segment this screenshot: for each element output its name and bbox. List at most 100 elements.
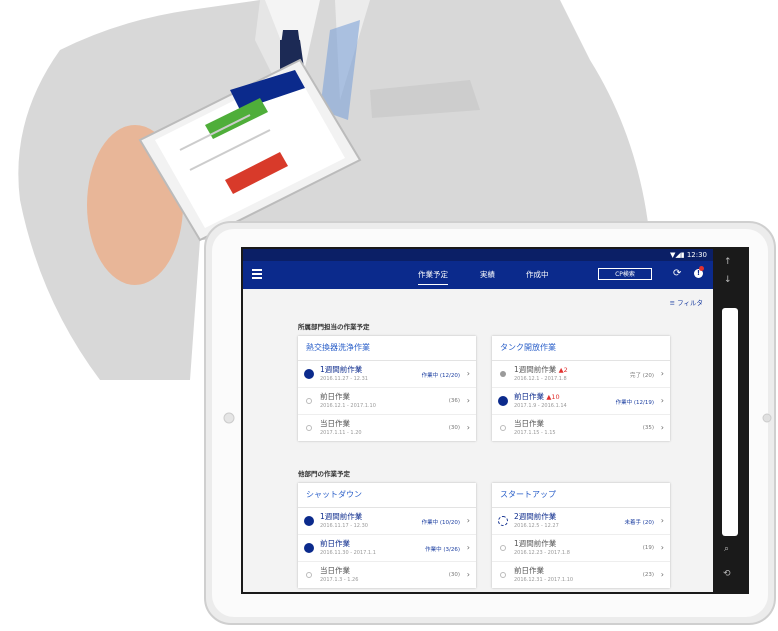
list-item[interactable]: 1週間前作業 2016.12.23 - 2017.1.8 (19) ›	[492, 535, 670, 562]
section-title: 所属部門担当の作業予定	[298, 323, 370, 331]
list-item[interactable]: 1週間前作業 2016.11.27 - 12.31 作業中 (12/20) ›	[298, 361, 476, 388]
task-date: 2016.12.31 - 2017.1.10	[514, 577, 574, 583]
scrollbar[interactable]	[722, 308, 738, 536]
list-item[interactable]: 当日作業 2017.1.15 - 1.15 (35) ›	[492, 415, 670, 441]
task-date: 2017.1.15 - 1.15	[514, 430, 556, 436]
status-dot	[306, 572, 312, 578]
status-dot	[306, 398, 312, 404]
chevron-right-icon: ›	[466, 369, 470, 378]
chevron-right-icon: ›	[660, 396, 664, 405]
task-date: 2016.11.17 - 12.30	[320, 523, 368, 529]
list-item[interactable]: 前日作業 ▲10 2017.1.9 - 2016.1.14 作業中 (12/19…	[492, 388, 670, 415]
card-title[interactable]: 熱交換器洗浄作業	[298, 336, 476, 361]
section-title: 他部門の作業予定	[298, 470, 350, 478]
card-title[interactable]: シャットダウン	[298, 483, 476, 508]
task-date: 2017.1.11 - 1.20	[320, 430, 362, 436]
status-dot	[500, 572, 506, 578]
task-name: 当日作業	[514, 419, 544, 428]
list-item[interactable]: 前日作業 2016.12.31 - 2017.1.10 (23) ›	[492, 562, 670, 588]
chevron-right-icon: ›	[466, 396, 470, 405]
task-name: 前日作業 ▲10	[514, 392, 560, 401]
task-status: 作業中 (3/26)	[425, 547, 460, 553]
status-bar: ▼◢▮ 12:30	[243, 249, 713, 261]
arrow-down-icon[interactable]: ↓	[724, 275, 732, 285]
task-status: 作業中 (10/20)	[421, 520, 460, 526]
task-status: 完了 (20)	[629, 373, 654, 379]
task-name: 2週間前作業	[514, 512, 557, 521]
status-dot	[498, 516, 508, 526]
task-status: 未着手 (20)	[624, 520, 654, 526]
task-name: 当日作業	[320, 566, 350, 575]
list-item[interactable]: 前日作業 2016.12.1 - 2017.1.10 (36) ›	[298, 388, 476, 415]
settings-icon[interactable]: ⟲	[723, 569, 731, 579]
tab-work-schedule[interactable]: 作業予定	[418, 269, 448, 285]
task-status: (30)	[448, 425, 460, 431]
task-status: (23)	[642, 572, 654, 578]
task-status: (30)	[448, 572, 460, 578]
list-item[interactable]: 当日作業 2017.1.3 - 1.26 (30) ›	[298, 562, 476, 588]
task-date: 2017.1.3 - 1.26	[320, 577, 359, 583]
clock: 12:30	[686, 251, 707, 259]
arrow-up-icon[interactable]: ↑	[724, 257, 732, 267]
task-date: 2016.12.23 - 2017.1.8	[514, 550, 570, 556]
tab-results[interactable]: 実績	[480, 269, 495, 280]
task-status: (19)	[642, 545, 654, 551]
filter-label: フィルタ	[677, 299, 703, 307]
chevron-right-icon: ›	[660, 570, 664, 579]
filter-icon: ≡	[669, 299, 676, 307]
filter-button[interactable]: ≡ フィルタ	[670, 297, 703, 307]
tab-drafts[interactable]: 作成中	[526, 269, 549, 280]
hamburger-menu-icon[interactable]	[252, 269, 262, 279]
task-status: (36)	[448, 398, 460, 404]
app-bar: 作業予定 実績 作成中 CP検索 ⟳ !	[243, 261, 713, 289]
chevron-right-icon: ›	[466, 423, 470, 432]
warning-icon: ▲2	[558, 366, 568, 374]
task-status: 作業中 (12/19)	[615, 400, 654, 406]
task-name: 1週間前作業	[320, 512, 363, 521]
chevron-right-icon: ›	[660, 369, 664, 378]
chevron-right-icon: ›	[660, 516, 664, 525]
task-date: 2016.12.5 - 12.27	[514, 523, 559, 529]
search-icon[interactable]: ⌕	[724, 544, 729, 554]
task-name: 前日作業	[320, 539, 350, 548]
task-date: 2017.1.9 - 2016.1.14	[514, 403, 567, 409]
list-item[interactable]: 2週間前作業 2016.12.5 - 12.27 未着手 (20) ›	[492, 508, 670, 535]
task-name: 1週間前作業	[320, 365, 363, 374]
status-dot	[500, 425, 506, 431]
chevron-right-icon: ›	[466, 570, 470, 579]
task-name: 1週間前作業 ▲2	[514, 365, 568, 374]
work-card: タンク開放作業 1週間前作業 ▲2 2016.12.1 - 2017.1.8 完…	[492, 336, 670, 441]
status-dot	[306, 425, 312, 431]
status-dot	[500, 371, 506, 377]
list-item[interactable]: 1週間前作業 ▲2 2016.12.1 - 2017.1.8 完了 (20) ›	[492, 361, 670, 388]
status-dot	[500, 545, 506, 551]
work-card: 熱交換器洗浄作業 1週間前作業 2016.11.27 - 12.31 作業中 (…	[298, 336, 476, 441]
list-item[interactable]: 当日作業 2017.1.11 - 1.20 (30) ›	[298, 415, 476, 441]
list-item[interactable]: 前日作業 2016.11.30 - 2017.1.1 作業中 (3/26) ›	[298, 535, 476, 562]
status-dot	[304, 543, 314, 553]
signal-icon: ▼◢▮	[669, 251, 685, 259]
sync-icon[interactable]: ⟳	[673, 268, 681, 279]
task-name: 前日作業	[320, 392, 350, 401]
list-item[interactable]: 1週間前作業 2016.11.17 - 12.30 作業中 (10/20) ›	[298, 508, 476, 535]
task-date: 2016.11.27 - 12.31	[320, 376, 368, 382]
cp-search-button[interactable]: CP検索	[598, 268, 652, 280]
task-date: 2016.12.1 - 2017.1.10	[320, 403, 376, 409]
status-dot	[304, 369, 314, 379]
app-screen: ▼◢▮ 12:30 作業予定 実績 作成中 CP検索 ⟳ ! ≡ フィルタ 所属…	[243, 249, 713, 592]
notification-badge	[699, 266, 704, 271]
chevron-right-icon: ›	[466, 543, 470, 552]
warning-icon: ▲10	[546, 393, 560, 401]
task-date: 2016.11.30 - 2017.1.1	[320, 550, 376, 556]
status-dot	[498, 396, 508, 406]
card-title[interactable]: タンク開放作業	[492, 336, 670, 361]
card-title[interactable]: スタートアップ	[492, 483, 670, 508]
chevron-right-icon: ›	[466, 516, 470, 525]
chevron-right-icon: ›	[660, 543, 664, 552]
work-card: シャットダウン 1週間前作業 2016.11.17 - 12.30 作業中 (1…	[298, 483, 476, 588]
task-status: (35)	[642, 425, 654, 431]
task-date: 2016.12.1 - 2017.1.8	[514, 376, 567, 382]
task-name: 当日作業	[320, 419, 350, 428]
task-name: 1週間前作業	[514, 539, 557, 548]
work-card: スタートアップ 2週間前作業 2016.12.5 - 12.27 未着手 (20…	[492, 483, 670, 588]
